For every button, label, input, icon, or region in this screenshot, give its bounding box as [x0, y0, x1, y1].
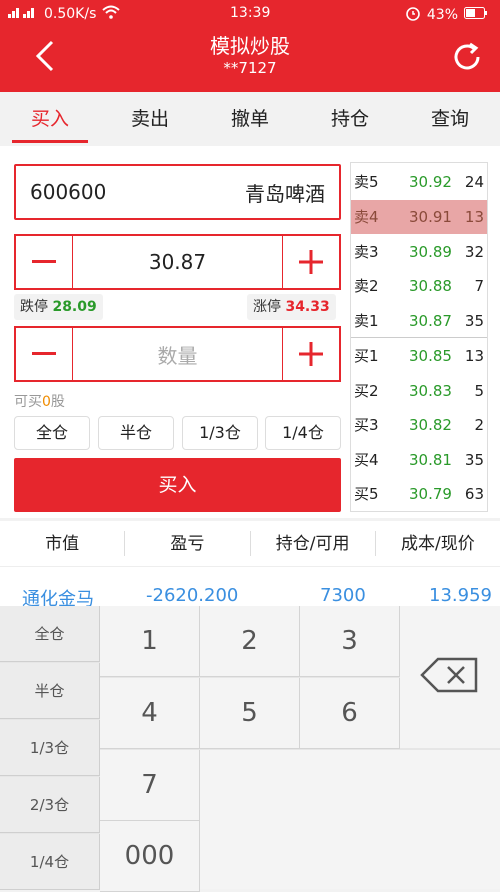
- key-000[interactable]: 000: [100, 821, 200, 892]
- keypad-quarter-position[interactable]: 1/4仓: [0, 834, 100, 890]
- tab-bar: 买入 卖出 撤单 持仓 查询: [0, 92, 500, 146]
- order-book-row[interactable]: 卖2 30.88 7: [351, 269, 487, 303]
- holding-row[interactable]: 通化金马 -2620.200 7300 13.959: [0, 567, 500, 610]
- holding-shares: 7300: [320, 585, 366, 606]
- holding-pnl: -2620.200: [146, 585, 239, 606]
- keypad-two-thirds-position[interactable]: 2/3仓: [0, 777, 100, 833]
- signal-icon: [8, 6, 38, 22]
- keypad-delete-button[interactable]: [400, 606, 500, 748]
- quantity-increase-button[interactable]: [283, 328, 339, 380]
- price-increase-button[interactable]: [283, 236, 339, 288]
- keypad-blank-area: [200, 750, 500, 889]
- numeric-keypad: 全仓 半仓 1/3仓 2/3仓 1/4仓 1 2 3 4 5 6 7 000: [0, 606, 500, 892]
- page-title: 模拟炒股: [210, 34, 290, 58]
- quantity-decrease-button[interactable]: [16, 328, 72, 380]
- limit-down-value: 28.09: [52, 299, 97, 315]
- limit-up-badge: 涨停 34.33: [247, 294, 336, 320]
- limit-down-label: 跌停: [20, 299, 48, 315]
- quarter-position-button[interactable]: 1/4仓: [265, 416, 341, 450]
- keypad-full-position[interactable]: 全仓: [0, 606, 100, 662]
- column-market-value: 市值: [0, 531, 126, 556]
- available-shares: 可买0股: [14, 394, 65, 410]
- half-position-button[interactable]: 半仓: [98, 416, 174, 450]
- clock: 13:39: [230, 5, 271, 21]
- battery-level: 43%: [426, 7, 458, 23]
- order-book-row[interactable]: 卖3 30.89 32: [351, 235, 487, 269]
- key-1[interactable]: 1: [100, 606, 200, 677]
- order-book-row[interactable]: 买4 30.81 35: [351, 443, 487, 477]
- column-holding: 持仓/可用: [251, 531, 376, 556]
- key-5[interactable]: 5: [200, 678, 300, 749]
- full-position-button[interactable]: 全仓: [14, 416, 90, 450]
- stock-code: 600600: [30, 180, 107, 204]
- stock-code-input[interactable]: 600600 青岛啤酒: [14, 164, 341, 220]
- account-id: **7127: [223, 59, 277, 77]
- limit-up-value: 34.33: [285, 299, 330, 315]
- key-3[interactable]: 3: [300, 606, 400, 677]
- quantity-stepper: 数量: [14, 326, 341, 382]
- limit-up-label: 涨停: [253, 299, 281, 315]
- order-book-row[interactable]: 买1 30.85 13: [351, 339, 487, 373]
- holding-cost: 13.959: [429, 585, 492, 606]
- keypad-third-position[interactable]: 1/3仓: [0, 720, 100, 776]
- key-7[interactable]: 7: [100, 750, 200, 821]
- refresh-icon[interactable]: [450, 40, 484, 74]
- battery-icon: [464, 7, 488, 23]
- wifi-icon: [102, 5, 121, 23]
- order-book-row[interactable]: 卖4 30.91 13: [351, 200, 487, 234]
- order-book-row[interactable]: 卖5 30.92 24: [351, 165, 487, 199]
- status-bar: 0.50K/s 13:39 43%: [0, 0, 500, 28]
- key-4[interactable]: 4: [100, 678, 200, 749]
- order-book-row[interactable]: 买5 30.79 63: [351, 477, 487, 511]
- order-book-row[interactable]: 买2 30.83 5: [351, 374, 487, 408]
- price-input[interactable]: 30.87: [72, 236, 283, 288]
- key-6[interactable]: 6: [300, 678, 400, 749]
- tab-cancel[interactable]: 撤单: [200, 92, 300, 146]
- tab-positions[interactable]: 持仓: [300, 92, 400, 146]
- app-header: 0.50K/s 13:39 43% 模拟炒股 **7127: [0, 0, 500, 92]
- key-2[interactable]: 2: [200, 606, 300, 677]
- order-book-row[interactable]: 卖1 30.87 35: [351, 304, 487, 338]
- tab-buy[interactable]: 买入: [0, 92, 100, 146]
- quantity-input[interactable]: 数量: [72, 328, 283, 380]
- backspace-icon: [420, 657, 480, 697]
- alarm-icon: [405, 5, 421, 25]
- limit-down-badge: 跌停 28.09: [14, 294, 103, 320]
- column-pnl: 盈亏: [125, 531, 251, 556]
- buy-button[interactable]: 买入: [14, 458, 341, 512]
- third-position-button[interactable]: 1/3仓: [182, 416, 258, 450]
- price-stepper: 30.87: [14, 234, 341, 290]
- tab-query[interactable]: 查询: [400, 92, 500, 146]
- order-book: 卖5 30.92 24 卖4 30.91 13 卖3 30.89 32 卖2 30.88 7 卖…: [350, 162, 488, 512]
- order-book-row[interactable]: 买3 30.82 2: [351, 408, 487, 442]
- network-speed: 0.50K/s: [44, 6, 97, 22]
- title-block: 模拟炒股 **7127: [150, 34, 350, 78]
- keypad-half-position[interactable]: 半仓: [0, 663, 100, 719]
- back-icon[interactable]: [30, 38, 60, 74]
- price-decrease-button[interactable]: [16, 236, 72, 288]
- order-book-divider: [351, 337, 487, 338]
- holdings-header: 市值 盈亏 持仓/可用 成本/现价: [0, 521, 500, 567]
- column-cost-price: 成本/现价: [401, 534, 475, 554]
- stock-name: 青岛啤酒: [245, 181, 325, 206]
- tab-sell[interactable]: 卖出: [100, 92, 200, 146]
